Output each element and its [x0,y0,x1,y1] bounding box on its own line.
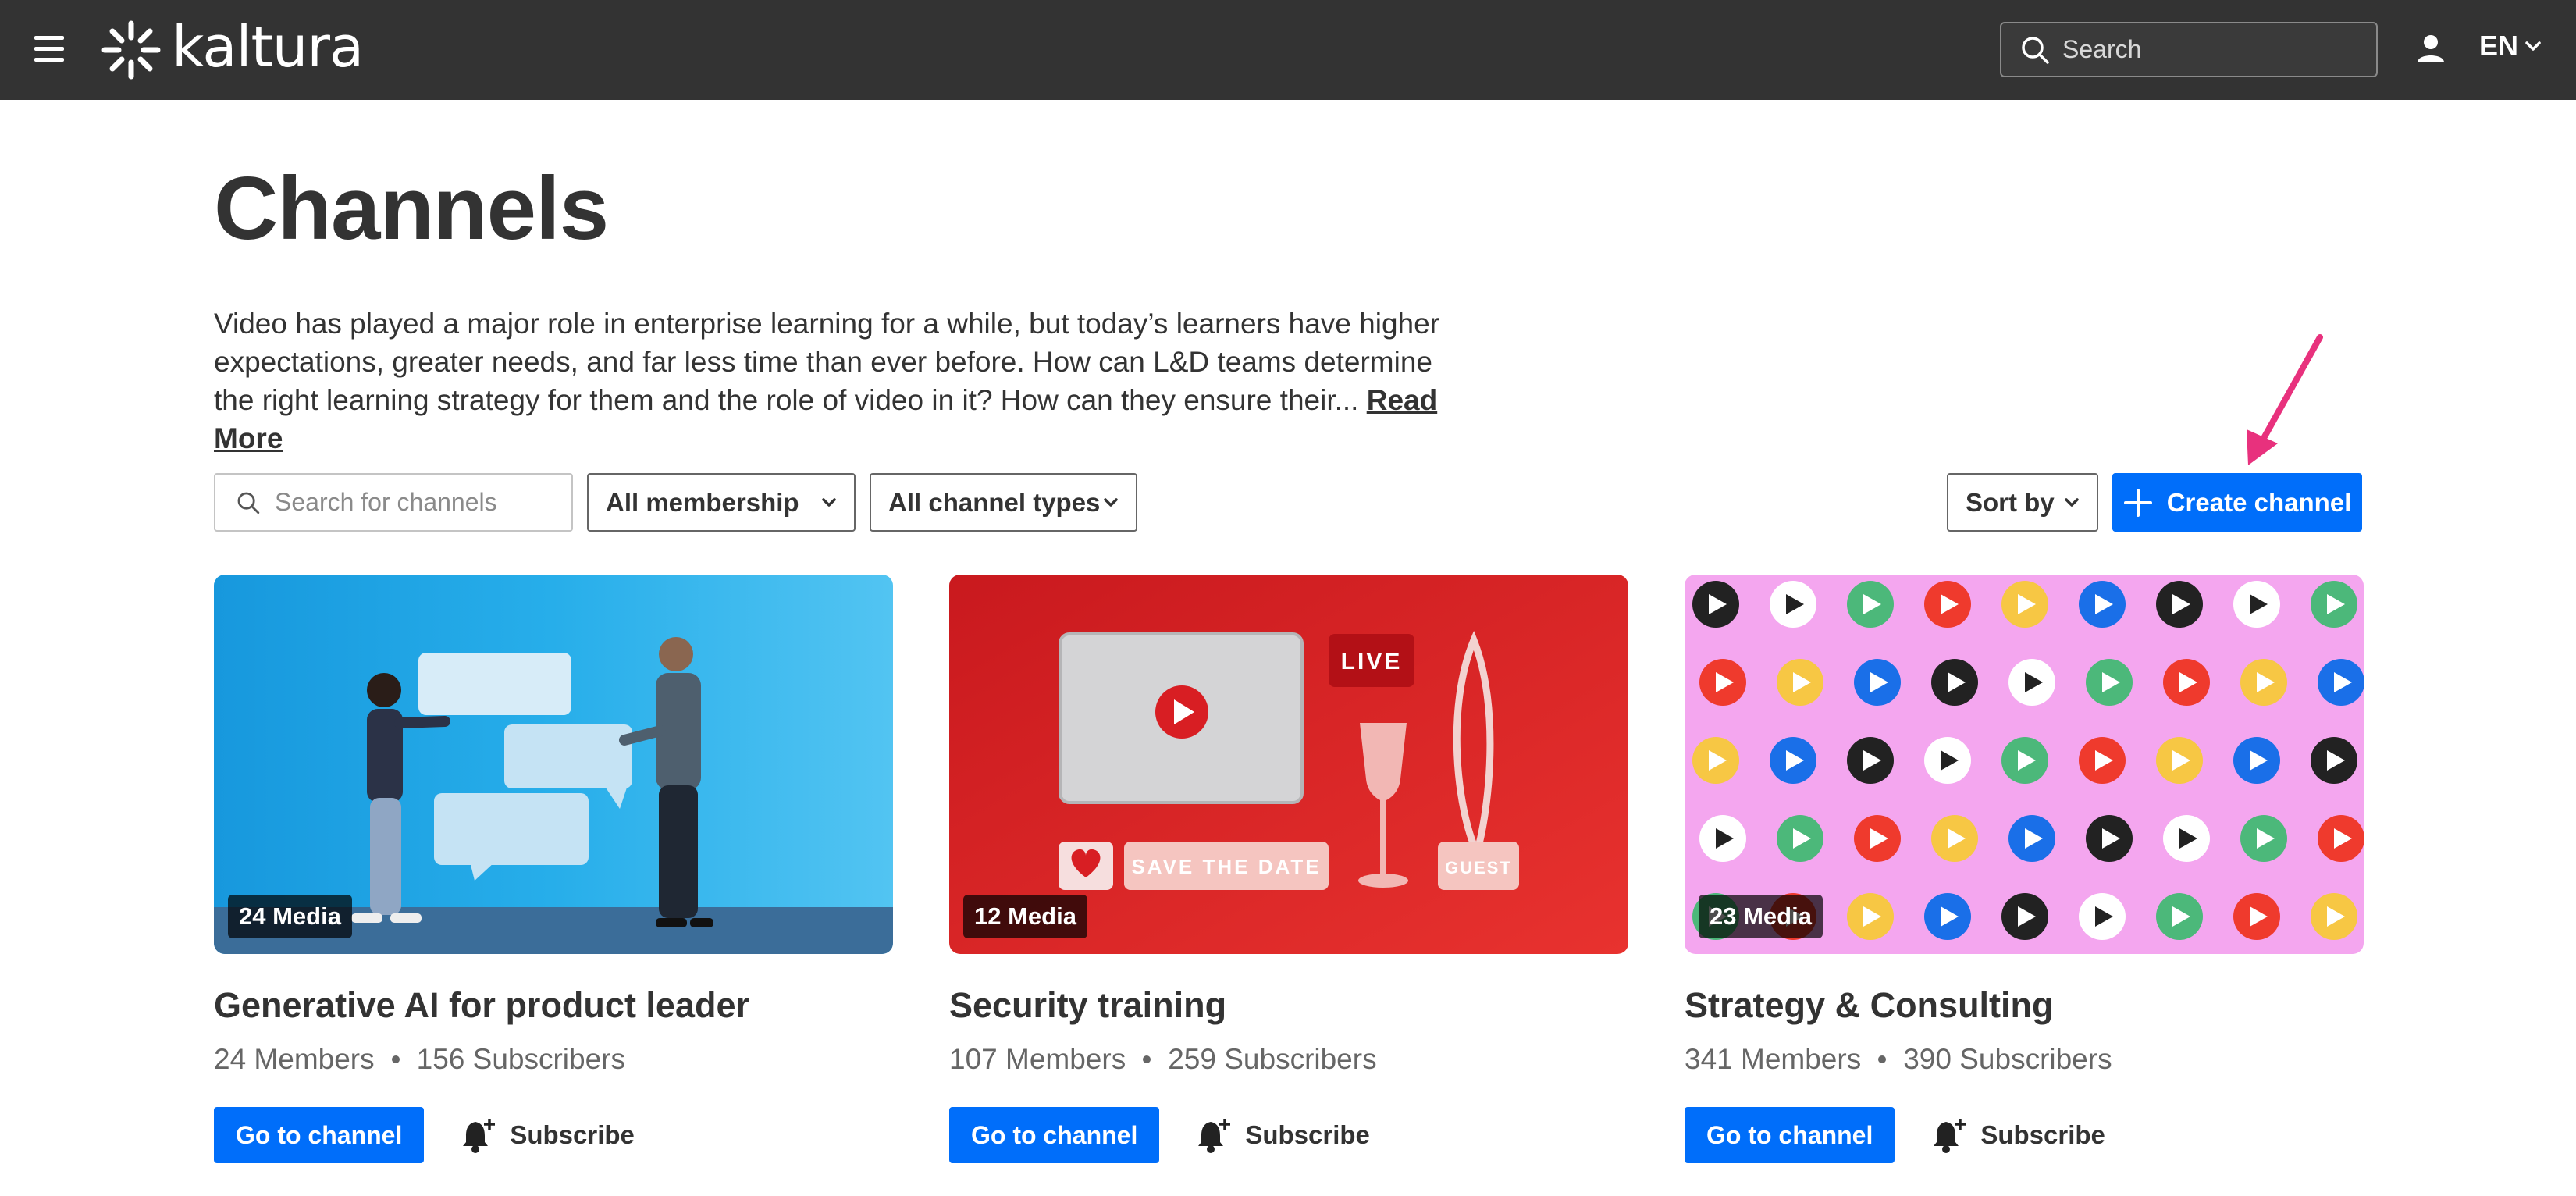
chevron-down-icon [822,497,836,507]
channels-description: Video has played a major role in enterpr… [214,304,1447,457]
membership-filter-dropdown[interactable]: All membership [587,473,856,532]
plus-icon [2123,488,2152,517]
save-the-date-text: SAVE THE DATE [1131,855,1321,878]
channel-card: 24 Media Generative AI for product leade… [214,575,893,1163]
language-label: EN [2479,30,2519,62]
kaltura-logo-mark-icon [101,20,161,80]
channel-card: 23 Media Strategy & Consulting 341 Membe… [1685,575,2364,1163]
global-search[interactable] [2000,22,2378,77]
subscribe-button[interactable]: Subscribe [1197,1117,1370,1153]
channel-stats: 24 Members 156 Subscribers [214,1043,893,1076]
channel-card: LIVE GUEST SAVE THE DATE 12 Media Securi… [949,575,1628,1163]
search-icon [2022,36,2049,64]
channel-types-filter-label: All channel types [888,487,1101,517]
channel-search[interactable] [214,473,573,532]
members-count: 107 Members [949,1043,1126,1075]
bell-plus-icon [1934,1119,1966,1153]
channel-title[interactable]: Generative AI for product leader [214,984,893,1027]
global-search-input[interactable] [2062,35,2359,64]
sort-by-dropdown[interactable]: Sort by [1947,473,2098,532]
kaltura-logo[interactable]: kaltura [98,14,364,83]
members-count: 341 Members [1685,1043,1862,1075]
page-title: Channels [214,159,609,258]
chevron-down-icon [2525,41,2541,51]
user-icon[interactable] [2415,33,2446,64]
chevron-down-icon [1104,497,1118,507]
hamburger-menu-icon[interactable] [34,36,66,62]
create-channel-button[interactable]: Create channel [2112,473,2362,532]
membership-filter-label: All membership [606,487,799,517]
live-tag-text: LIVE [1341,649,1403,675]
channel-thumbnail[interactable]: 24 Media [214,575,893,954]
channel-types-filter-dropdown[interactable]: All channel types [870,473,1137,532]
bell-plus-icon [1198,1119,1231,1153]
description-text: Video has played a major role in enterpr… [214,308,1440,416]
sort-by-label: Sort by [1966,487,2055,517]
media-count-badge: 12 Media [963,895,1087,938]
subscribers-count: 390 Subscribers [1903,1043,2112,1075]
separator-dot [391,1055,400,1063]
channel-thumbnail[interactable]: LIVE GUEST SAVE THE DATE 12 Media [949,575,1628,954]
subscribe-button[interactable]: Subscribe [1932,1117,2105,1153]
channel-stats: 107 Members 259 Subscribers [949,1043,1628,1076]
channel-title[interactable]: Security training [949,984,1628,1027]
separator-dot [1878,1055,1887,1063]
channel-search-input[interactable] [275,488,571,517]
members-count: 24 Members [214,1043,375,1075]
guest-tag-text: GUEST [1445,858,1512,877]
separator-dot [1143,1055,1151,1063]
channel-actions: Go to channel Subscribe [1685,1107,2364,1163]
annotation-arrow-icon [2247,334,2323,465]
brand-name: kaltura [172,14,364,80]
channel-stats: 341 Members 390 Subscribers [1685,1043,2364,1076]
channel-actions: Go to channel Subscribe [949,1107,1628,1163]
top-navigation-bar: kaltura EN [0,0,2576,100]
media-count-badge: 23 Media [1699,895,1823,938]
subscribers-count: 259 Subscribers [1168,1043,1377,1075]
subscribers-count: 156 Subscribers [416,1043,626,1075]
go-to-channel-button[interactable]: Go to channel [949,1107,1160,1163]
subscribe-button[interactable]: Subscribe [461,1117,635,1153]
channel-actions: Go to channel Subscribe [214,1107,893,1163]
channel-title[interactable]: Strategy & Consulting [1685,984,2364,1027]
subscribe-label: Subscribe [1980,1120,2105,1149]
create-channel-label: Create channel [2166,487,2352,517]
go-to-channel-button[interactable]: Go to channel [214,1107,425,1163]
go-to-channel-button[interactable]: Go to channel [1685,1107,1895,1163]
bell-plus-icon [463,1119,496,1153]
channel-thumbnail[interactable]: 23 Media [1685,575,2364,954]
language-selector[interactable]: EN [2479,30,2542,62]
search-icon [237,492,260,514]
subscribe-label: Subscribe [1245,1120,1370,1149]
media-count-badge: 24 Media [228,895,352,938]
chevron-down-icon [2065,497,2079,507]
subscribe-label: Subscribe [510,1120,635,1149]
